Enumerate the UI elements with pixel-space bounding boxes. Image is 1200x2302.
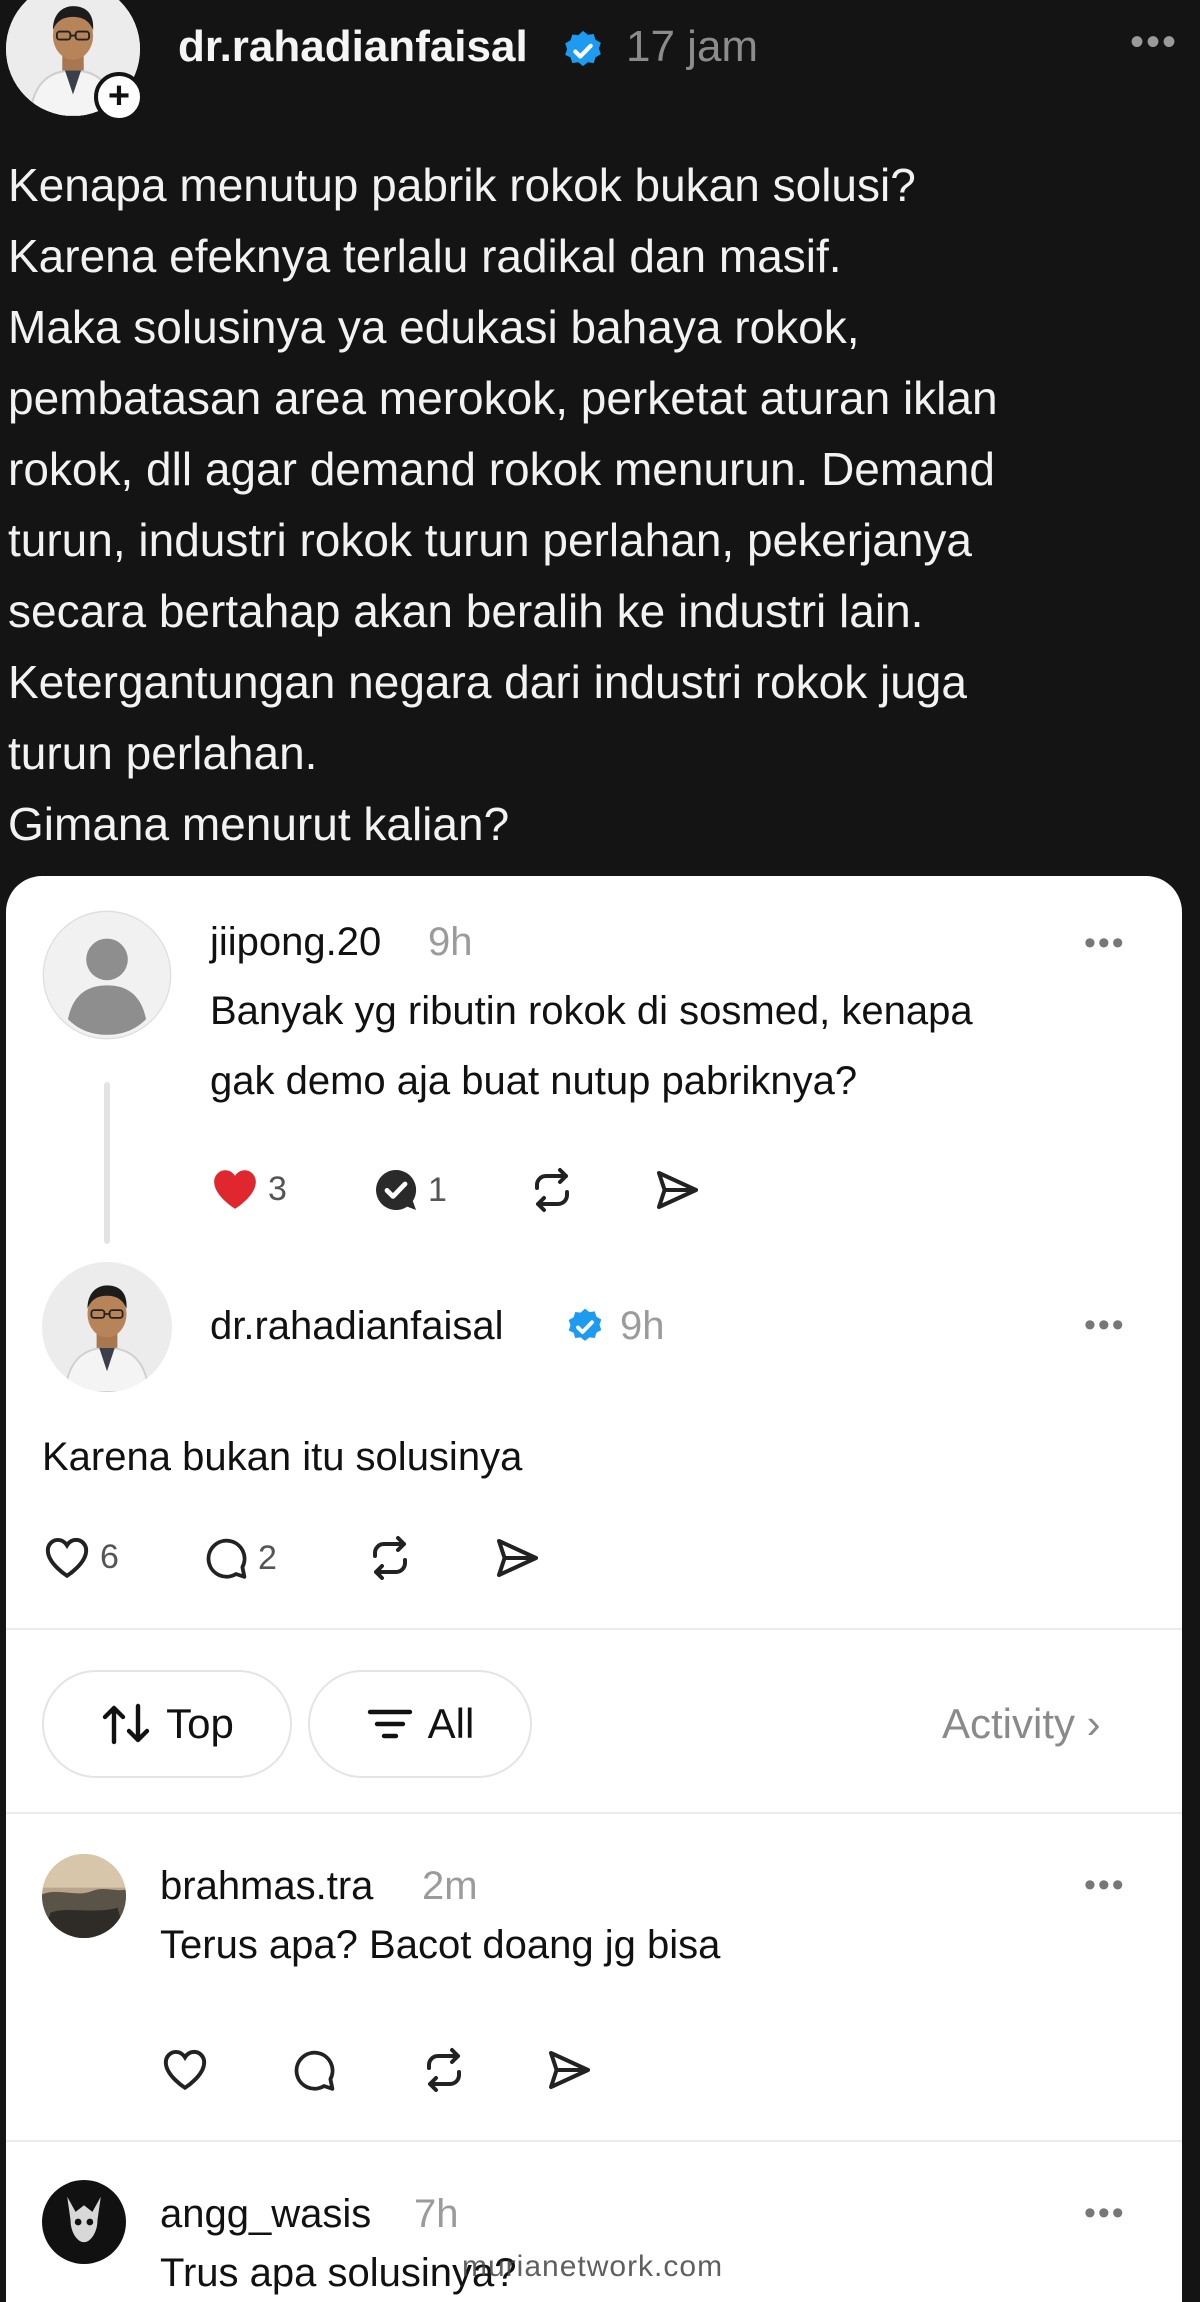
- like-button[interactable]: 3: [210, 1166, 287, 1212]
- more-options-icon[interactable]: •••: [1084, 1866, 1126, 1905]
- like-count: 3: [268, 1169, 287, 1208]
- comment-time: 2m: [422, 1864, 478, 1908]
- sort-top-label: Top: [166, 1700, 234, 1747]
- like-button[interactable]: [160, 2046, 210, 2092]
- comment-time: 7h: [414, 2192, 459, 2236]
- more-options-icon[interactable]: •••: [1084, 2194, 1126, 2233]
- divider: [6, 1812, 1182, 1814]
- reply-text: Karena bukan itu solusinya: [42, 1435, 523, 1479]
- reply-username[interactable]: dr.rahadianfaisal: [210, 1304, 504, 1349]
- reply-text: Banyak yg ributin rokok di sosmed, kenap…: [210, 989, 973, 1103]
- reply-count: 1: [428, 1170, 447, 1209]
- repost-button[interactable]: [418, 2046, 470, 2094]
- filter-all-label: All: [427, 1700, 475, 1747]
- reply-button[interactable]: 1: [372, 1166, 447, 1214]
- heart-filled-icon: [214, 1170, 256, 1209]
- reply-count: 2: [258, 1538, 277, 1577]
- sort-arrows-icon: [102, 1703, 150, 1745]
- reply-button[interactable]: [290, 2046, 338, 2094]
- share-button[interactable]: [492, 1534, 542, 1582]
- post-header: + dr.rahadianfaisal 17 jam •••: [0, 0, 1200, 130]
- like-count: 6: [100, 1537, 119, 1576]
- comment-text: Terus apa? Bacot doang jg bisa: [160, 1923, 721, 1967]
- author-avatar[interactable]: [42, 1262, 172, 1392]
- heart-icon: [163, 2049, 207, 2091]
- comment-username[interactable]: brahmas.tra: [160, 1864, 373, 1909]
- divider: [6, 1628, 1182, 1630]
- repost-button[interactable]: [364, 1534, 416, 1582]
- comment-icon: [294, 2050, 335, 2091]
- commenter-avatar[interactable]: [42, 2180, 126, 2264]
- repost-icon: [535, 1168, 569, 1212]
- author-username[interactable]: dr.rahadianfaisal: [178, 22, 528, 72]
- comment-username[interactable]: angg_wasis: [160, 2192, 371, 2237]
- thread-line: [104, 1082, 110, 1244]
- comment-icon: [206, 1538, 247, 1579]
- verified-badge-icon: [568, 1308, 602, 1341]
- more-options-icon[interactable]: •••: [1084, 924, 1126, 963]
- repost-icon: [373, 1536, 407, 1580]
- reply-replied-icon: [376, 1169, 417, 1210]
- more-options-icon[interactable]: •••: [1084, 1306, 1126, 1345]
- divider: [6, 2140, 1182, 2142]
- follow-plus-icon[interactable]: +: [94, 72, 144, 122]
- send-icon: [657, 1171, 698, 1209]
- filter-lines-icon: [367, 1709, 412, 1739]
- commenter-avatar[interactable]: [42, 1854, 126, 1938]
- default-avatar-icon[interactable]: [42, 910, 172, 1040]
- repost-button[interactable]: [526, 1166, 578, 1214]
- post-body-text: Kenapa menutup pabrik rokok bukan solusi…: [8, 159, 998, 850]
- share-button[interactable]: [544, 2046, 594, 2094]
- repost-icon: [427, 2048, 461, 2092]
- watermark-text: murianetwork.com: [462, 2250, 724, 2283]
- send-icon: [549, 2051, 590, 2089]
- activity-link[interactable]: Activity ›: [942, 1700, 1101, 1748]
- heart-icon: [45, 1537, 89, 1579]
- reply-username[interactable]: jiipong.20: [210, 920, 381, 965]
- more-options-icon[interactable]: •••: [1130, 20, 1178, 65]
- send-icon: [497, 1539, 538, 1577]
- post-time: 17 jam: [626, 22, 759, 71]
- reply-time: 9h: [620, 1304, 665, 1348]
- reply-time: 9h: [428, 920, 473, 964]
- like-button[interactable]: 6: [42, 1534, 119, 1580]
- sort-top-button[interactable]: Top: [42, 1670, 292, 1778]
- replies-card: jiipong.20 9h ••• Banyak yg ributin roko…: [6, 876, 1182, 2302]
- share-button[interactable]: [652, 1166, 702, 1214]
- reply-button[interactable]: 2: [202, 1534, 277, 1582]
- verified-badge-icon: [565, 30, 601, 67]
- filter-all-button[interactable]: All: [308, 1670, 532, 1778]
